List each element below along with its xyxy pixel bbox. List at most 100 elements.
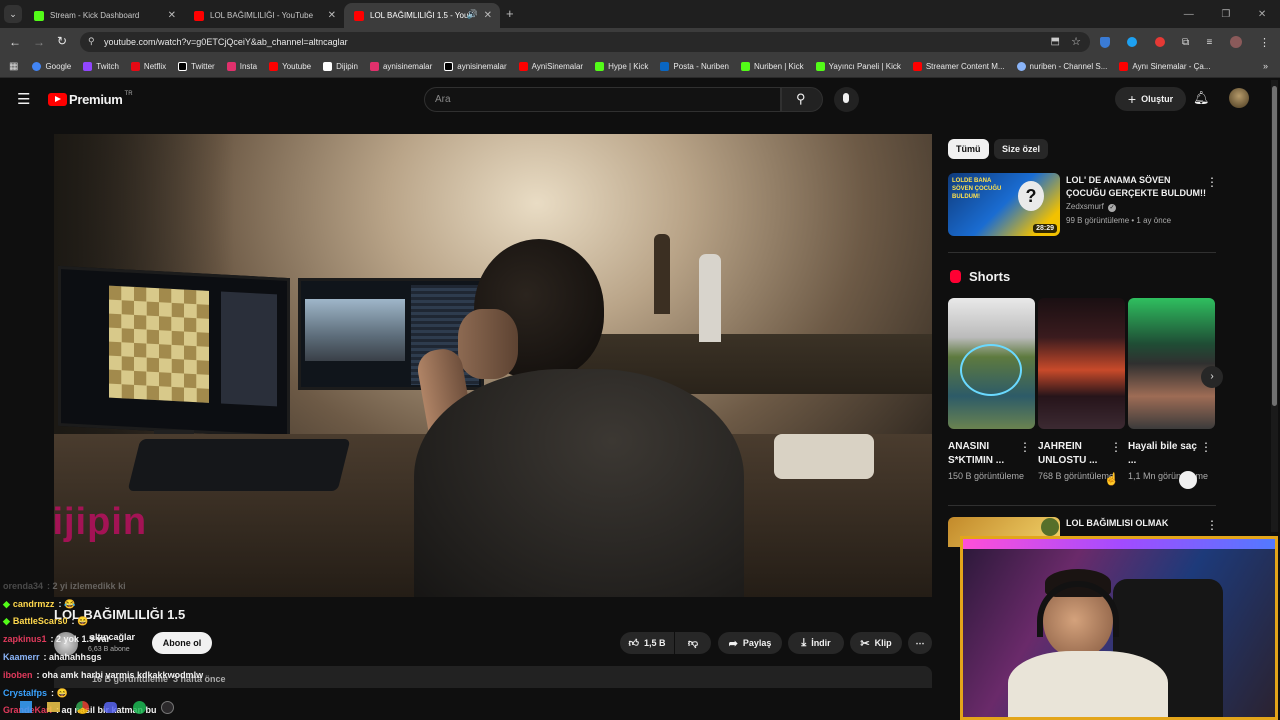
short-thumbnail[interactable] <box>948 298 1035 429</box>
dijipin-icon <box>323 62 333 71</box>
short-thumbnail[interactable] <box>1038 298 1125 429</box>
short-card[interactable]: JAHREIN UNLOSTU ... 768 B görüntüleme <box>1038 298 1125 483</box>
short-card[interactable]: ANASINI S*KTIMIN ... 150 B görüntüleme <box>948 298 1035 483</box>
bookmark[interactable]: Twitch <box>83 62 119 71</box>
browser-menu-icon[interactable]: ⋮ <box>1259 36 1270 49</box>
bookmark[interactable]: aynisinemalar <box>444 62 507 71</box>
dislike-button[interactable]: 👎︎ <box>675 632 711 654</box>
short-thumbnail[interactable] <box>1128 298 1215 429</box>
bookmark[interactable]: Aynı Sinemalar - Ça... <box>1119 62 1210 71</box>
restore-icon[interactable]: ❐ <box>1221 9 1230 20</box>
more-actions-button[interactable]: ⋯ <box>908 632 932 654</box>
more-vert-icon[interactable]: ⋮ <box>1110 440 1122 454</box>
page-scrollbar[interactable] <box>1271 80 1278 532</box>
recommended-thumbnail[interactable]: LOLDE BANA SÖVEN ÇOCUĞU BULDUM! ? 28:29 <box>948 173 1060 236</box>
new-tab-button[interactable]: + <box>506 6 514 21</box>
spotify-icon[interactable] <box>132 700 146 714</box>
bookmark[interactable]: Dijipin <box>323 62 358 71</box>
search-button[interactable]: ⚲ <box>781 87 823 112</box>
media-control-icon[interactable]: ≡ <box>1206 37 1212 48</box>
toolbar-extensions: ⧉ ≡ ⋮ <box>1100 35 1270 49</box>
chip-for-you[interactable]: Size özel <box>994 139 1049 159</box>
bookmark[interactable]: Streamer Content M... <box>912 62 1005 71</box>
scrollbar-thumb[interactable] <box>1272 86 1277 406</box>
bottle <box>654 234 670 314</box>
download-button[interactable]: ⤓ İndir <box>788 632 844 654</box>
chip-all[interactable]: Tümü <box>948 139 989 159</box>
bookmark[interactable]: Posta - Nuriben <box>660 62 729 71</box>
reload-icon[interactable]: ↻ <box>57 34 67 48</box>
close-icon[interactable]: ✕ <box>168 10 176 21</box>
forward-icon[interactable]: → <box>33 35 45 49</box>
bookmark[interactable]: Insta <box>226 62 257 71</box>
audio-playing-icon[interactable]: 🔊 <box>467 9 478 20</box>
shorts-next-button[interactable]: › <box>1201 366 1223 388</box>
windows-start-icon[interactable] <box>19 701 32 713</box>
folder-icon[interactable] <box>47 702 61 712</box>
subscribe-button[interactable]: Abone ol <box>152 632 212 654</box>
x-icon <box>178 62 188 71</box>
bookmark[interactable]: Twitter <box>178 62 215 71</box>
bookmark[interactable]: Nuriben | Kick <box>741 62 804 71</box>
bookmark[interactable]: Netflix <box>130 62 166 71</box>
bookmark[interactable]: aynisinemalar <box>369 62 432 71</box>
ability-ring-graphic <box>960 344 1022 396</box>
browser-tab-kick[interactable]: Stream - Kick Dashboard ✕ <box>24 3 184 28</box>
create-button[interactable]: + Oluştur <box>1115 87 1186 111</box>
keyboard <box>127 439 351 491</box>
more-vert-icon[interactable]: ⋮ <box>1206 175 1218 189</box>
bookmark[interactable]: Yayıncı Paneli | Kick <box>815 62 901 71</box>
more-bookmarks-icon[interactable]: » <box>1263 61 1268 71</box>
bookmark[interactable]: Google <box>32 62 71 71</box>
more-vert-icon[interactable]: ⋮ <box>1206 518 1218 532</box>
bookmark[interactable]: nuriben - Channel S... <box>1016 62 1107 71</box>
youtube-premium-logo[interactable]: Premium TR <box>48 91 133 107</box>
chat-text: ahahahhsgs <box>49 652 102 662</box>
bookmark[interactable]: AyniSinemalar <box>518 62 583 71</box>
record-extension-icon[interactable] <box>1154 37 1165 47</box>
recommended-title[interactable]: LOL BAĞIMLISI OLMAK <box>1066 518 1168 528</box>
search-input[interactable]: Ara <box>424 87 781 112</box>
tab-search-button[interactable]: ⌄ <box>4 5 22 23</box>
browser-tab-youtube-active[interactable]: LOL BAĞIMLILIĞI 1.5 - YouT 🔊 ✕ <box>344 3 500 28</box>
back-icon[interactable]: ← <box>9 35 21 49</box>
clip-button[interactable]: ✂ Klip <box>850 632 902 654</box>
video-player[interactable]: Dijipin <box>54 134 932 597</box>
account-avatar[interactable] <box>1229 88 1249 108</box>
puzzle-extensions-icon[interactable]: ⧉ <box>1182 37 1189 48</box>
url-text: youtube.com/watch?v=g0ETCjQceiY&ab_chann… <box>104 37 348 47</box>
globe-extension-icon[interactable] <box>1127 37 1138 47</box>
minimize-icon[interactable]: — <box>1184 9 1194 20</box>
shield-extension-icon[interactable] <box>1100 36 1110 48</box>
notifications-bell-icon[interactable]: 🔔︎ <box>1193 90 1210 106</box>
channel-avatar-icon[interactable] <box>1041 518 1059 536</box>
more-vert-icon[interactable]: ⋮ <box>1019 440 1031 454</box>
obs-icon[interactable] <box>161 700 175 714</box>
close-icon[interactable]: ✕ <box>328 10 336 21</box>
question-mark-graphic: ? <box>1018 181 1044 211</box>
close-icon[interactable]: ✕ <box>484 10 492 21</box>
like-button[interactable]: 👍︎ 1,5 B <box>620 632 674 654</box>
address-bar[interactable]: ⚲ youtube.com/watch?v=g0ETCjQceiY&ab_cha… <box>80 32 1090 52</box>
share-button[interactable]: ➦ Paylaş <box>718 632 782 654</box>
more-vert-icon[interactable]: ⋮ <box>1200 440 1212 454</box>
recommended-channel[interactable]: Zedxsmurf ✓ <box>1066 202 1117 212</box>
browser-tab-youtube-1[interactable]: LOL BAĞIMLILIĞI - YouTube ✕ <box>184 3 344 28</box>
bookmark[interactable]: Youtube <box>269 62 311 71</box>
dijipin-watermark: Dijipin <box>54 501 148 543</box>
chat-message: zapkinus1: 2 yok 1.5 var <box>3 634 111 644</box>
apps-grid-icon[interactable]: ▦ <box>9 61 18 72</box>
guide-menu-icon[interactable]: ☰ <box>17 90 30 108</box>
bookmark[interactable]: Hype | Kick <box>595 62 648 71</box>
close-window-icon[interactable]: ✕ <box>1258 9 1266 20</box>
site-info-icon[interactable]: ⚲ <box>88 36 95 47</box>
install-app-icon[interactable]: ⬒ <box>1051 36 1060 47</box>
bookmark-star-icon[interactable]: ☆ <box>1071 35 1081 48</box>
thumbs-down-icon: 👎︎ <box>687 638 699 649</box>
profile-avatar-icon[interactable] <box>1229 36 1242 48</box>
discord-icon[interactable] <box>104 701 118 713</box>
recommended-title[interactable]: LOL' DE ANAMA SÖVEN ÇOCUĞU GERÇEKTE BULD… <box>1066 174 1206 200</box>
voice-search-button[interactable] <box>834 87 859 112</box>
short-card[interactable]: Hayali bile saç ... 1,1 Mn görüntüleme <box>1128 298 1215 483</box>
chrome-icon[interactable] <box>75 700 89 714</box>
